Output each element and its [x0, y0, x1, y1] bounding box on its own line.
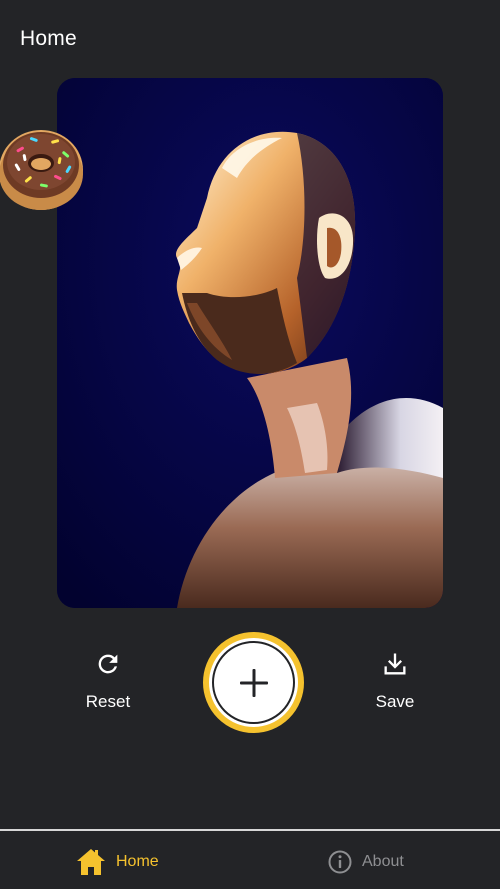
download-icon [384, 653, 406, 675]
refresh-icon [98, 654, 118, 674]
donut-icon [0, 130, 83, 210]
nav-label-home: Home [116, 853, 159, 870]
save-button[interactable]: Save [350, 650, 440, 712]
plus-icon [239, 668, 268, 697]
reset-label: Reset [85, 692, 131, 711]
info-icon [328, 850, 352, 874]
app-screen: Home Reset Save Home About [0, 0, 500, 889]
photo-preview[interactable] [57, 78, 443, 608]
page-title: Home [20, 27, 77, 50]
nav-item-home[interactable]: Home [76, 847, 159, 877]
bottom-navigation: Home About [0, 829, 500, 889]
nav-label-about: About [362, 853, 404, 870]
portrait-image [57, 78, 443, 608]
save-label: Save [375, 692, 415, 711]
nav-item-about[interactable]: About [328, 847, 404, 877]
donut-sticker[interactable] [0, 118, 86, 214]
add-button[interactable] [203, 632, 304, 733]
home-icon [77, 849, 105, 875]
reset-button[interactable]: Reset [63, 650, 153, 712]
